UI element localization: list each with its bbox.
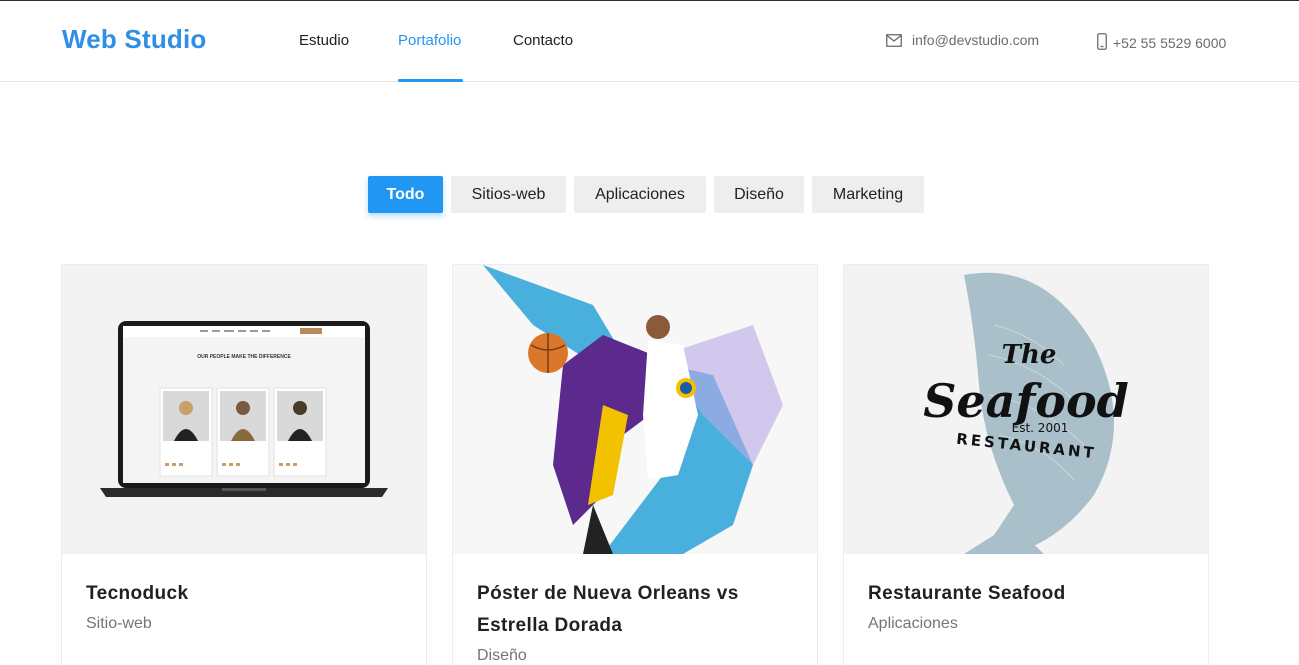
contact-phone-text: +52 55 5529 6000 [1113,35,1227,51]
contact-phone[interactable]: +52 55 5529 6000 [1097,31,1226,51]
card-title[interactable]: Tecnoduck [86,578,406,610]
card-title[interactable]: Póster de Nueva Orleans vs Estrella Dora… [477,578,797,642]
portfolio-card-tecnoduck[interactable]: OUR PEOPLE MAKE THE DIFFERENCE Tecnoduck… [61,264,427,665]
brand-logo[interactable]: Web Studio [62,24,207,55]
nav-item-contacto[interactable]: Contacto [513,32,573,49]
filter-sitios-web-button[interactable]: Sitios-web [451,176,566,213]
nav-item-portafolio[interactable]: Portafolio [398,32,461,49]
card-category: Diseño [477,647,527,664]
laptop-heading: OUR PEOPLE MAKE THE DIFFERENCE [197,354,291,360]
filter-todo-button[interactable]: Todo [368,176,443,213]
logo-line-seafood: Seafood [923,374,1129,428]
filter-marketing-button[interactable]: Marketing [812,176,924,213]
laptop-mockup-image[interactable]: OUR PEOPLE MAKE THE DIFFERENCE [62,265,426,554]
nav-item-estudio[interactable]: Estudio [299,32,349,49]
nav-active-indicator [398,79,463,82]
card-title[interactable]: Restaurante Seafood [868,578,1188,610]
site-header: Web Studio Estudio Portafolio Contacto i… [0,1,1299,82]
card-category: Aplicaciones [868,615,958,632]
mail-icon [886,33,902,47]
logo-line-est: Est. 2001 [1012,421,1069,435]
filter-aplicaciones-button[interactable]: Aplicaciones [574,176,706,213]
seafood-logo-image[interactable]: The Seafood Est. 2001 RESTAURANT [844,265,1208,554]
contact-email-text: info@devstudio.com [912,32,1040,48]
basketball-poster-image[interactable] [453,265,817,554]
filter-diseno-button[interactable]: Diseño [714,176,804,213]
card-category: Sitio-web [86,615,152,632]
portfolio-filters: Todo Sitios-web Aplicaciones Diseño Mark… [0,176,1299,214]
logo-line-the: The [1002,340,1057,370]
contact-email[interactable]: info@devstudio.com [886,32,1039,48]
portfolio-card-poster[interactable]: Póster de Nueva Orleans vs Estrella Dora… [452,264,818,665]
mobile-phone-icon [1097,32,1107,50]
portfolio-card-seafood[interactable]: The Seafood Est. 2001 RESTAURANT Restaur… [843,264,1209,665]
